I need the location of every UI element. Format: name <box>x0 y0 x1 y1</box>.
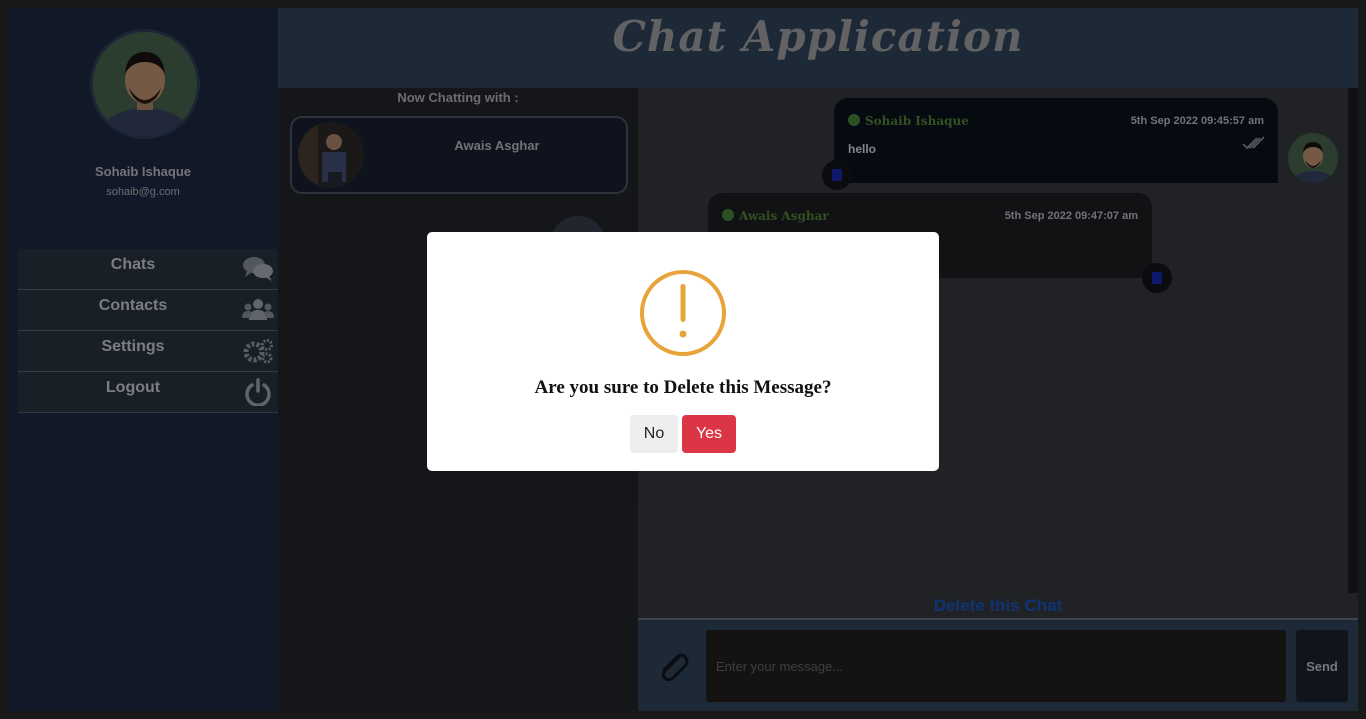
confirm-delete-dialog: Are you sure to Delete this Message? No … <box>427 232 939 471</box>
warning-icon <box>640 270 726 356</box>
dialog-message: Are you sure to Delete this Message? <box>534 377 832 398</box>
no-button[interactable]: No <box>630 415 678 453</box>
yes-button[interactable]: Yes <box>682 415 736 453</box>
